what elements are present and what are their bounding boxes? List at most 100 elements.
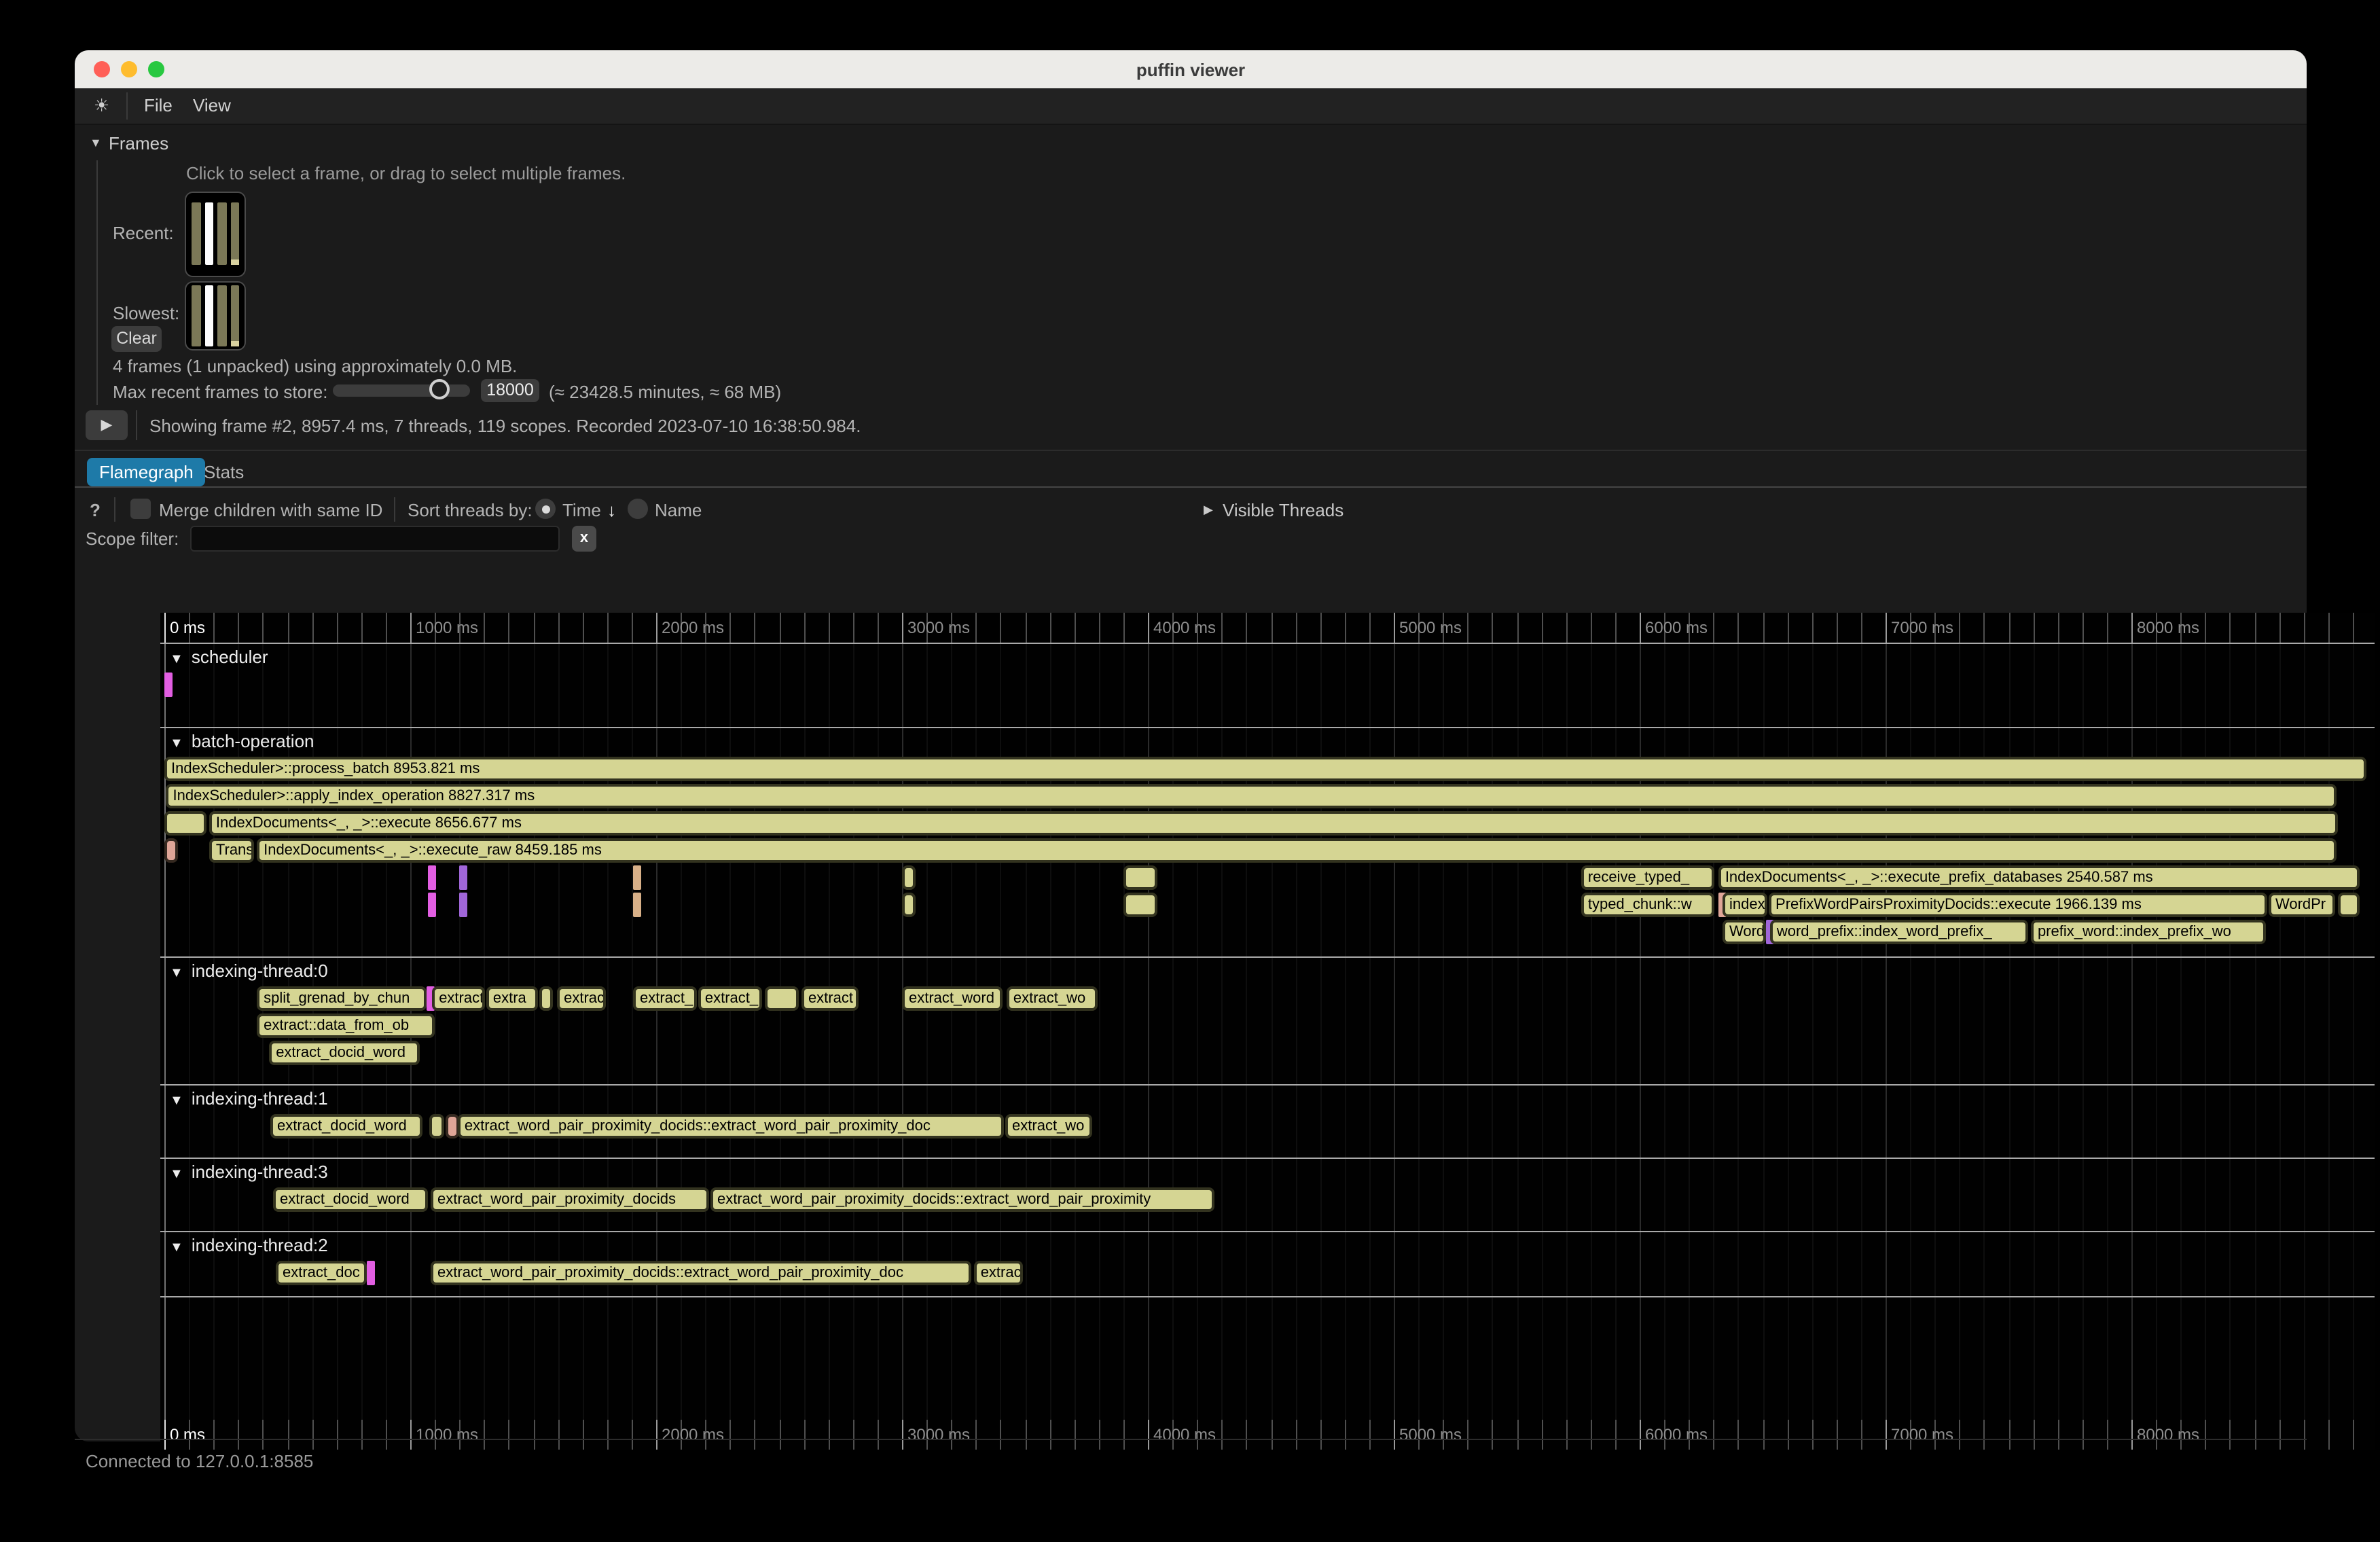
flamegraph-bar[interactable]: extract	[801, 986, 859, 1011]
scope-filter-input[interactable]	[190, 526, 560, 552]
flamegraph-bar[interactable]	[902, 865, 916, 890]
flamegraph-bar[interactable]: extract_docid_word	[269, 1041, 420, 1065]
tab-flamegraph[interactable]: Flamegraph	[87, 458, 206, 486]
flamegraph-bar[interactable]: Word	[1723, 920, 1766, 944]
max-frames-value[interactable]: 18000	[481, 379, 539, 402]
flamegraph-bar[interactable]: extract_docid_word	[273, 1187, 428, 1212]
merge-children-label[interactable]: Merge children with same ID	[159, 500, 382, 520]
minor-gridline	[2303, 613, 2305, 1450]
flamegraph-bar[interactable]: IndexScheduler>::apply_index_operation 8…	[166, 784, 2337, 808]
thread-header-indexing-thread:1[interactable]: ▼indexing-thread:1	[170, 1088, 328, 1109]
flamegraph-bar[interactable]	[459, 865, 467, 890]
sort-name-radio[interactable]	[628, 499, 648, 519]
merge-children-checkbox[interactable]	[130, 499, 151, 519]
flamegraph-bar[interactable]: extract_wo	[1005, 1114, 1092, 1138]
flamegraph-bar[interactable]	[765, 986, 799, 1011]
flamegraph-bar[interactable]: IndexDocuments<_, _>::execute_raw 8459.1…	[257, 838, 2337, 863]
flamegraph-bar[interactable]: extrac	[974, 1261, 1023, 1285]
flamegraph-bar[interactable]: IndexScheduler>::process_batch 8953.821 …	[164, 757, 2366, 781]
flamegraph-canvas[interactable]: 0 ms0 ms1000 ms1000 ms2000 ms2000 ms3000…	[160, 613, 2375, 1450]
flamegraph-bar[interactable]	[428, 893, 436, 917]
flamegraph-bar[interactable]: extract_word_pair_proximity_docids::extr…	[458, 1114, 1004, 1138]
collapse-triangle-icon[interactable]: ▼	[170, 1094, 183, 1109]
flamegraph-bar[interactable]: IndexDocuments<_, _>::execute 8656.677 m…	[209, 811, 2338, 836]
help-button[interactable]: ?	[90, 500, 101, 520]
flamegraph-bar[interactable]	[428, 865, 436, 890]
collapse-triangle-icon[interactable]: ▼	[170, 652, 183, 667]
sun-icon[interactable]: ☀	[94, 95, 109, 117]
thread-header-indexing-thread:0[interactable]: ▼indexing-thread:0	[170, 961, 328, 981]
flamegraph-bar[interactable]	[164, 673, 173, 697]
sort-direction-arrow-icon[interactable]: ↓	[607, 500, 616, 520]
clear-button[interactable]: Clear	[111, 326, 162, 352]
flamegraph-bar[interactable]: split_grenad_by_chun	[257, 986, 427, 1011]
flamegraph-bar[interactable]	[429, 1114, 444, 1138]
flamegraph-bar[interactable]: WordPr	[2269, 893, 2335, 917]
thread-header-batch-operation[interactable]: ▼batch-operation	[170, 731, 314, 751]
frame-thumbnail-bar[interactable]	[217, 202, 226, 265]
flamegraph-bar[interactable]: extra	[486, 986, 538, 1011]
recent-frames-thumbnail[interactable]	[185, 192, 246, 277]
menu-view[interactable]: View	[193, 95, 231, 115]
frame-thumbnail-bar[interactable]	[192, 285, 200, 346]
frame-thumbnail-bar[interactable]	[217, 285, 226, 346]
thread-header-indexing-thread:2[interactable]: ▼indexing-thread:2	[170, 1235, 328, 1255]
flamegraph-bar[interactable]: extract_	[698, 986, 762, 1011]
flamegraph-bar[interactable]: extract_word_pair_proximity_docids::extr…	[431, 1261, 971, 1285]
visible-threads-header[interactable]: Visible Threads	[1223, 500, 1344, 520]
frame-thumbnail-bar[interactable]	[204, 285, 213, 346]
thread-header-scheduler[interactable]: ▼scheduler	[170, 647, 268, 667]
flamegraph-bar[interactable]	[164, 811, 206, 836]
play-button[interactable]: ▶	[86, 410, 128, 440]
sort-time-radio[interactable]	[535, 499, 556, 519]
tab-stats[interactable]: Stats	[204, 462, 244, 482]
flamegraph-bar[interactable]: extract_wo	[1007, 986, 1098, 1011]
max-frames-slider-knob[interactable]	[429, 379, 450, 399]
flamegraph-bar[interactable]	[633, 893, 641, 917]
flamegraph-bar[interactable]	[1123, 893, 1157, 917]
flamegraph-bar[interactable]: prefix_word::index_prefix_wo	[2031, 920, 2266, 944]
sort-name-label[interactable]: Name	[655, 500, 702, 520]
flamegraph-bar[interactable]	[164, 838, 178, 863]
flamegraph-bar[interactable]	[459, 893, 467, 917]
flamegraph-bar[interactable]: extract_word	[902, 986, 1003, 1011]
flamegraph-bar[interactable]: receive_typed_	[1581, 865, 1714, 890]
collapse-triangle-icon[interactable]: ▼	[170, 736, 183, 751]
frame-thumbnail-bar[interactable]	[230, 285, 239, 346]
flamegraph-bar[interactable]: extract_doc	[276, 1261, 367, 1285]
flamegraph-bar[interactable]: extract	[432, 986, 485, 1011]
flamegraph-bar[interactable]: Trans	[209, 838, 254, 863]
flamegraph-bar[interactable]: PrefixWordPairsProximityDocids::execute …	[1769, 893, 2267, 917]
collapse-triangle-icon[interactable]: ▼	[170, 966, 183, 981]
flamegraph-bar[interactable]: IndexDocuments<_, _>::execute_prefix_dat…	[1718, 865, 2359, 890]
flamegraph-bar[interactable]: extract_	[633, 986, 697, 1011]
scope-filter-clear-button[interactable]: x	[572, 526, 596, 552]
flamegraph-bar[interactable]	[539, 986, 553, 1011]
flamegraph-bar[interactable]	[902, 893, 916, 917]
collapse-triangle-icon[interactable]: ▼	[170, 1167, 183, 1182]
frames-section-header[interactable]: Frames	[109, 133, 168, 154]
sort-time-label[interactable]: Time	[562, 500, 601, 520]
flamegraph-bar[interactable]: extrac	[557, 986, 606, 1011]
frame-thumbnail-bar[interactable]	[230, 202, 239, 265]
flamegraph-bar[interactable]: extract_docid_word	[270, 1114, 422, 1138]
flamegraph-bar[interactable]	[633, 865, 641, 890]
slowest-frames-thumbnail[interactable]	[185, 281, 246, 351]
flamegraph-bar[interactable]: extract::data_from_ob	[257, 1014, 435, 1038]
flamegraph-bar[interactable]: extract_word_pair_proximity_docids::extr…	[710, 1187, 1214, 1212]
flamegraph-bar[interactable]: word_prefix::index_word_prefix_	[1770, 920, 2028, 944]
flamegraph-bar[interactable]: typed_chunk::w	[1581, 893, 1714, 917]
visible-threads-triangle-icon[interactable]: ▶	[1204, 503, 1213, 518]
flamegraph-bar[interactable]: index	[1723, 893, 1767, 917]
flamegraph-bar[interactable]	[2338, 893, 2359, 917]
collapse-triangle-icon[interactable]: ▼	[170, 1240, 183, 1255]
thread-header-indexing-thread:3[interactable]: ▼indexing-thread:3	[170, 1162, 328, 1182]
menu-file[interactable]: File	[144, 95, 173, 115]
flamegraph-bar[interactable]	[367, 1261, 375, 1285]
collapse-triangle-icon[interactable]: ▼	[90, 136, 102, 149]
title-bar[interactable]: puffin viewer	[75, 50, 2307, 88]
flamegraph-bar[interactable]	[1123, 865, 1157, 890]
frame-thumbnail-bar[interactable]	[192, 202, 200, 265]
frame-thumbnail-bar[interactable]	[204, 202, 213, 265]
flamegraph-bar[interactable]: extract_word_pair_proximity_docids	[431, 1187, 709, 1212]
